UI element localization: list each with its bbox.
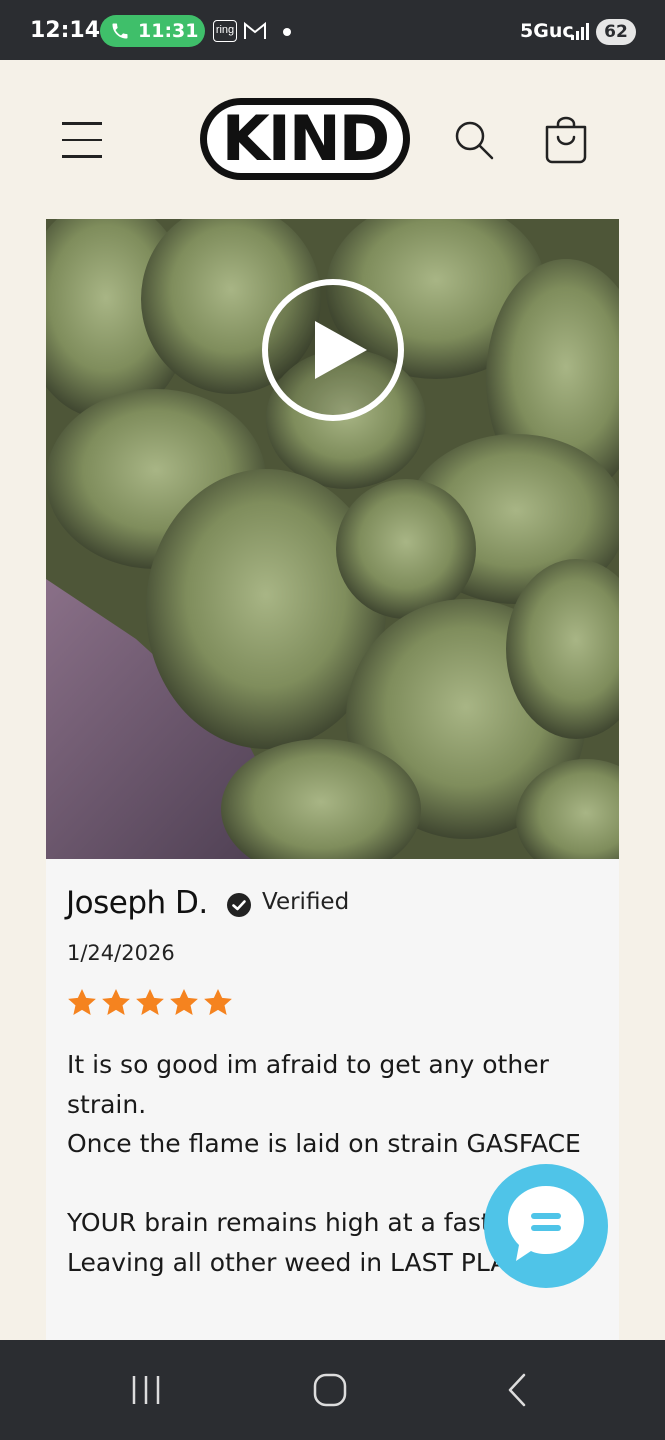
battery-indicator: 62 — [596, 19, 636, 45]
back-icon[interactable] — [500, 1372, 536, 1408]
status-bar: 12:14 11:31 ring 5Guc 62 — [0, 0, 665, 60]
status-time: 12:14 — [30, 18, 101, 43]
chat-button[interactable] — [484, 1164, 608, 1288]
reviewer-name: Joseph D. — [66, 885, 208, 921]
star-icon — [102, 989, 130, 1015]
ongoing-call-pill[interactable]: 11:31 — [100, 15, 205, 47]
signal-icon — [571, 23, 589, 40]
review-date: 1/24/2026 — [67, 941, 175, 965]
star-icon — [204, 989, 232, 1015]
verified-check-icon — [227, 893, 251, 917]
review-text-line: It is so good im afraid to get any other… — [67, 1050, 557, 1119]
recent-apps-icon[interactable] — [128, 1372, 164, 1408]
star-icon — [136, 989, 164, 1015]
star-icon — [170, 989, 198, 1015]
star-rating — [66, 987, 234, 1021]
review-video-thumbnail[interactable] — [46, 219, 619, 859]
home-icon[interactable] — [312, 1372, 348, 1408]
review-text-line: Once the flame is laid on strain GASFACE — [67, 1129, 581, 1158]
phone-icon — [112, 23, 128, 39]
cart-icon[interactable] — [543, 115, 589, 165]
site-header: KIND — [0, 60, 665, 218]
system-nav-bar — [0, 1340, 665, 1440]
logo-text: KIND — [221, 102, 390, 175]
verified-label: Verified — [262, 889, 350, 915]
notification-dot-icon — [283, 28, 291, 36]
menu-icon[interactable] — [62, 122, 104, 158]
search-icon[interactable] — [452, 118, 496, 162]
play-icon[interactable] — [260, 277, 406, 423]
network-label: 5Guc — [520, 20, 574, 42]
chat-bubble-icon — [508, 1186, 584, 1261]
gmail-icon — [244, 21, 266, 39]
call-duration: 11:31 — [138, 20, 199, 42]
ring-app-icon: ring — [213, 20, 237, 42]
kind-logo[interactable]: KIND — [200, 98, 410, 180]
star-icon — [68, 989, 96, 1015]
